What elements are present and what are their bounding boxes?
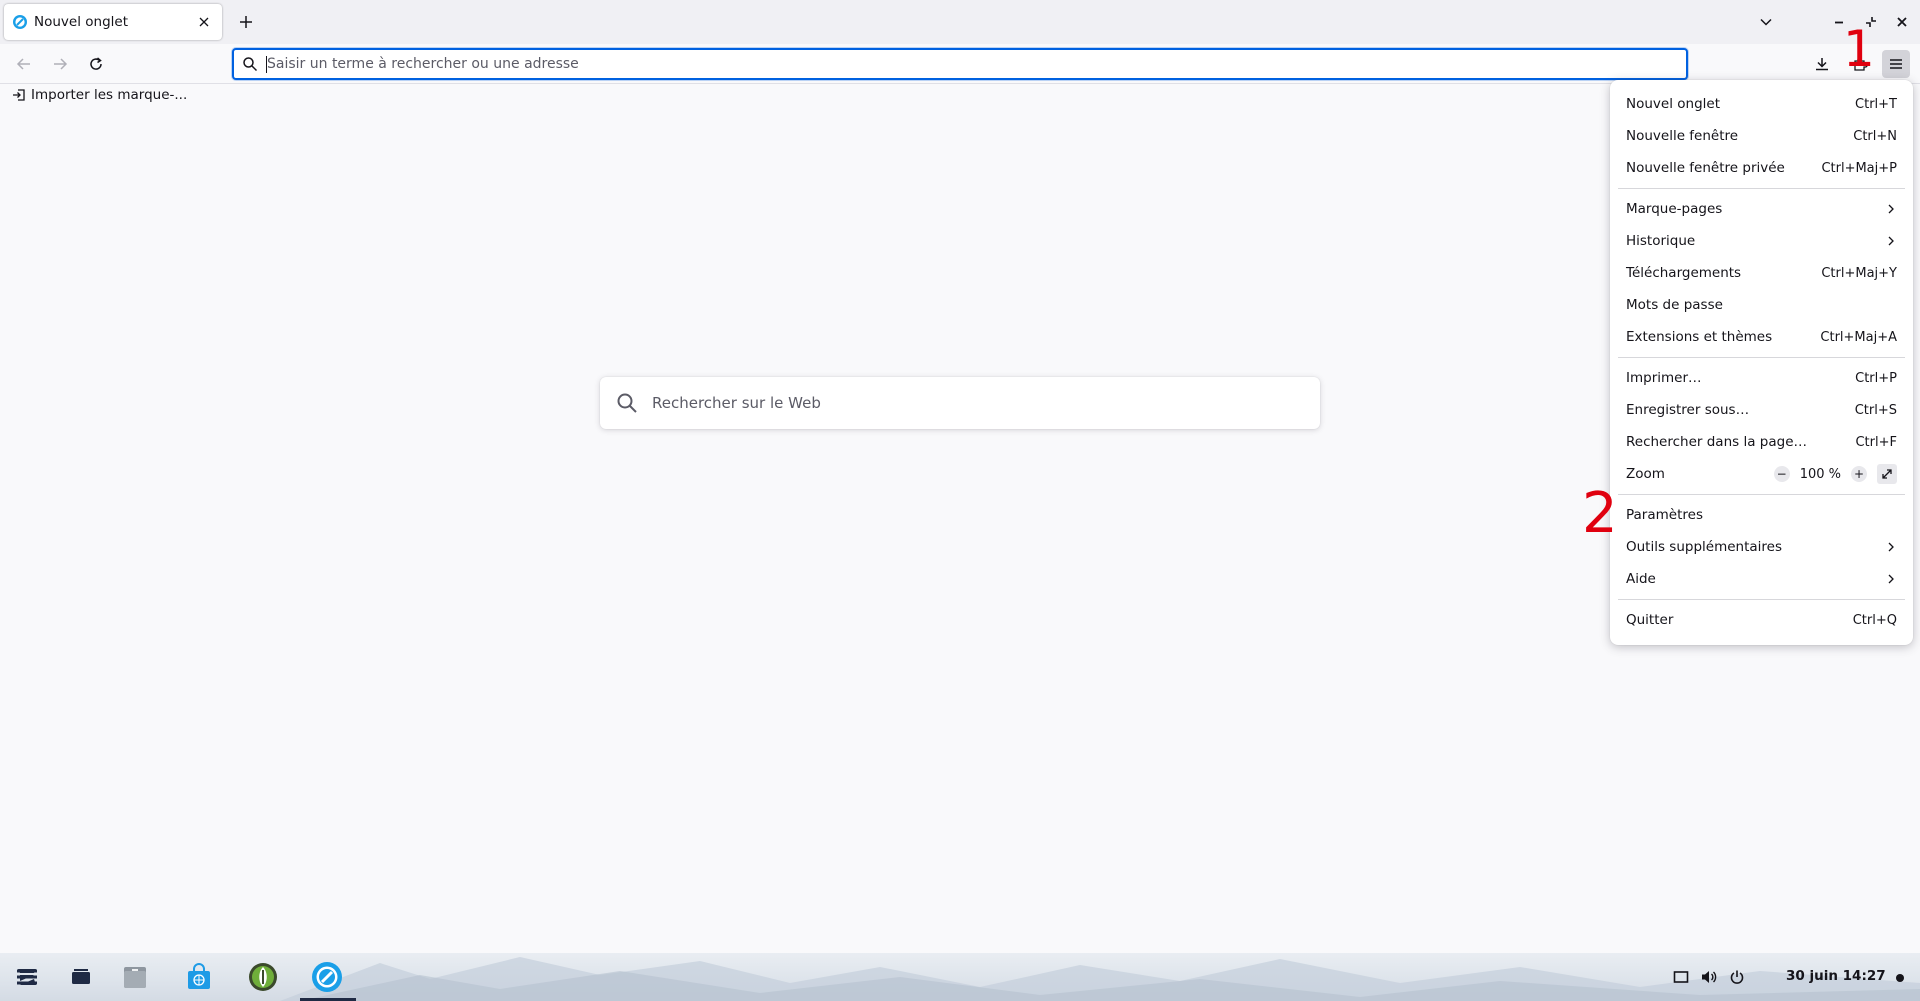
menu-item-more-tools[interactable]: Outils supplémentaires (1618, 531, 1905, 563)
download-icon (1816, 58, 1828, 71)
list-all-tabs-button[interactable] (1752, 8, 1780, 36)
zorin-menu-button[interactable] (10, 960, 44, 994)
app-menu-button[interactable] (1882, 50, 1910, 78)
chevron-right-icon (1888, 204, 1894, 214)
folder-icon (124, 967, 146, 988)
menu-item-downloads[interactable]: Téléchargements Ctrl+Maj+Y (1618, 257, 1905, 289)
zorin-logo-icon (17, 969, 37, 985)
hamburger-icon (1890, 59, 1902, 69)
downloads-button[interactable] (1808, 50, 1836, 78)
menu-item-addons-themes[interactable]: Extensions et thèmes Ctrl+Maj+A (1618, 321, 1905, 353)
power-icon[interactable] (1727, 967, 1747, 987)
menu-item-passwords[interactable]: Mots de passe (1618, 289, 1905, 321)
menu-item-settings[interactable]: Paramètres (1618, 499, 1905, 531)
menu-separator (1618, 599, 1905, 600)
url-input[interactable] (267, 56, 1686, 72)
navigation-toolbar (0, 44, 1920, 84)
chevron-right-icon (1888, 574, 1894, 584)
firefox-icon (12, 14, 28, 30)
forward-button[interactable] (46, 50, 74, 78)
search-icon (617, 393, 637, 413)
zoom-value[interactable]: 100 % (1800, 467, 1841, 482)
reload-icon (90, 57, 102, 70)
arrow-right-icon (54, 58, 68, 70)
menu-separator (1618, 357, 1905, 358)
back-button[interactable] (10, 50, 38, 78)
menu-item-help[interactable]: Aide (1618, 563, 1905, 595)
tab-strip: Nouvel onglet (0, 0, 1920, 44)
new-tab-button[interactable] (232, 8, 260, 36)
firefox-taskbar-button[interactable] (310, 960, 344, 994)
chevron-right-icon (1888, 542, 1894, 552)
import-icon (13, 89, 25, 101)
web-search-box[interactable] (600, 377, 1320, 429)
menu-item-find-in-page[interactable]: Rechercher dans la page… Ctrl+F (1618, 426, 1905, 458)
chevron-right-icon (1888, 236, 1894, 246)
reload-button[interactable] (82, 50, 110, 78)
arrow-left-icon (16, 58, 30, 70)
menu-item-quit[interactable]: Quitter Ctrl+Q (1618, 604, 1905, 636)
tab-new-tab[interactable]: Nouvel onglet (4, 4, 222, 40)
taskbar: 30 juin 14:27 (0, 953, 1920, 1001)
import-bookmarks-label: Importer les marque-... (31, 87, 188, 103)
menu-item-print[interactable]: Imprimer… Ctrl+P (1618, 362, 1905, 394)
fullscreen-button[interactable] (1877, 464, 1897, 484)
import-bookmarks-button[interactable]: Importer les marque-... (12, 87, 187, 103)
files-app-button[interactable] (118, 960, 152, 994)
volume-icon[interactable] (1699, 967, 1719, 987)
menu-item-new-private-window[interactable]: Nouvelle fenêtre privée Ctrl+Maj+P (1618, 152, 1905, 184)
workspaces-button[interactable] (64, 960, 98, 994)
menu-item-history[interactable]: Historique (1618, 225, 1905, 257)
app-menu-panel: Nouvel onglet Ctrl+T Nouvelle fenêtre Ctrl… (1610, 80, 1913, 645)
store-bag-icon (188, 963, 210, 989)
tray-screen-icon[interactable] (1671, 967, 1691, 987)
annotation-number-1: 1 (1843, 20, 1875, 78)
menu-item-new-tab[interactable]: Nouvel onglet Ctrl+T (1618, 88, 1905, 120)
menu-item-new-window[interactable]: Nouvelle fenêtre Ctrl+N (1618, 120, 1905, 152)
notification-dot[interactable] (1896, 974, 1904, 982)
tab-title: Nouvel onglet (34, 14, 128, 30)
menu-item-zoom: Zoom − 100 % + (1618, 458, 1905, 490)
url-bar[interactable] (232, 48, 1688, 80)
menu-item-save-as[interactable]: Enregistrer sous… Ctrl+S (1618, 394, 1905, 426)
menu-separator (1618, 494, 1905, 495)
menu-item-bookmarks[interactable]: Marque-pages (1618, 193, 1905, 225)
wallpaper-mountains (280, 957, 1920, 1001)
zoom-out-button[interactable]: − (1773, 466, 1790, 482)
windows-icon (72, 969, 90, 984)
annotation-number-2: 2 (1582, 481, 1618, 546)
software-store-button[interactable] (182, 960, 216, 994)
plus-icon (240, 16, 252, 28)
web-search-input[interactable] (652, 394, 1320, 412)
clock[interactable]: 30 juin 14:27 (1786, 968, 1886, 984)
search-icon (243, 57, 258, 72)
menu-separator (1618, 188, 1905, 189)
firefox-icon (312, 962, 342, 992)
tor-browser-button[interactable] (246, 960, 280, 994)
chevron-down-icon (1760, 18, 1772, 26)
close-icon[interactable] (194, 12, 214, 32)
close-window-button[interactable] (1892, 12, 1912, 32)
green-app-icon (249, 963, 277, 991)
zoom-in-button[interactable]: + (1851, 466, 1867, 482)
zoom-controls: − 100 % + (1773, 464, 1897, 484)
expand-icon (1882, 469, 1892, 479)
close-icon (1897, 17, 1907, 27)
